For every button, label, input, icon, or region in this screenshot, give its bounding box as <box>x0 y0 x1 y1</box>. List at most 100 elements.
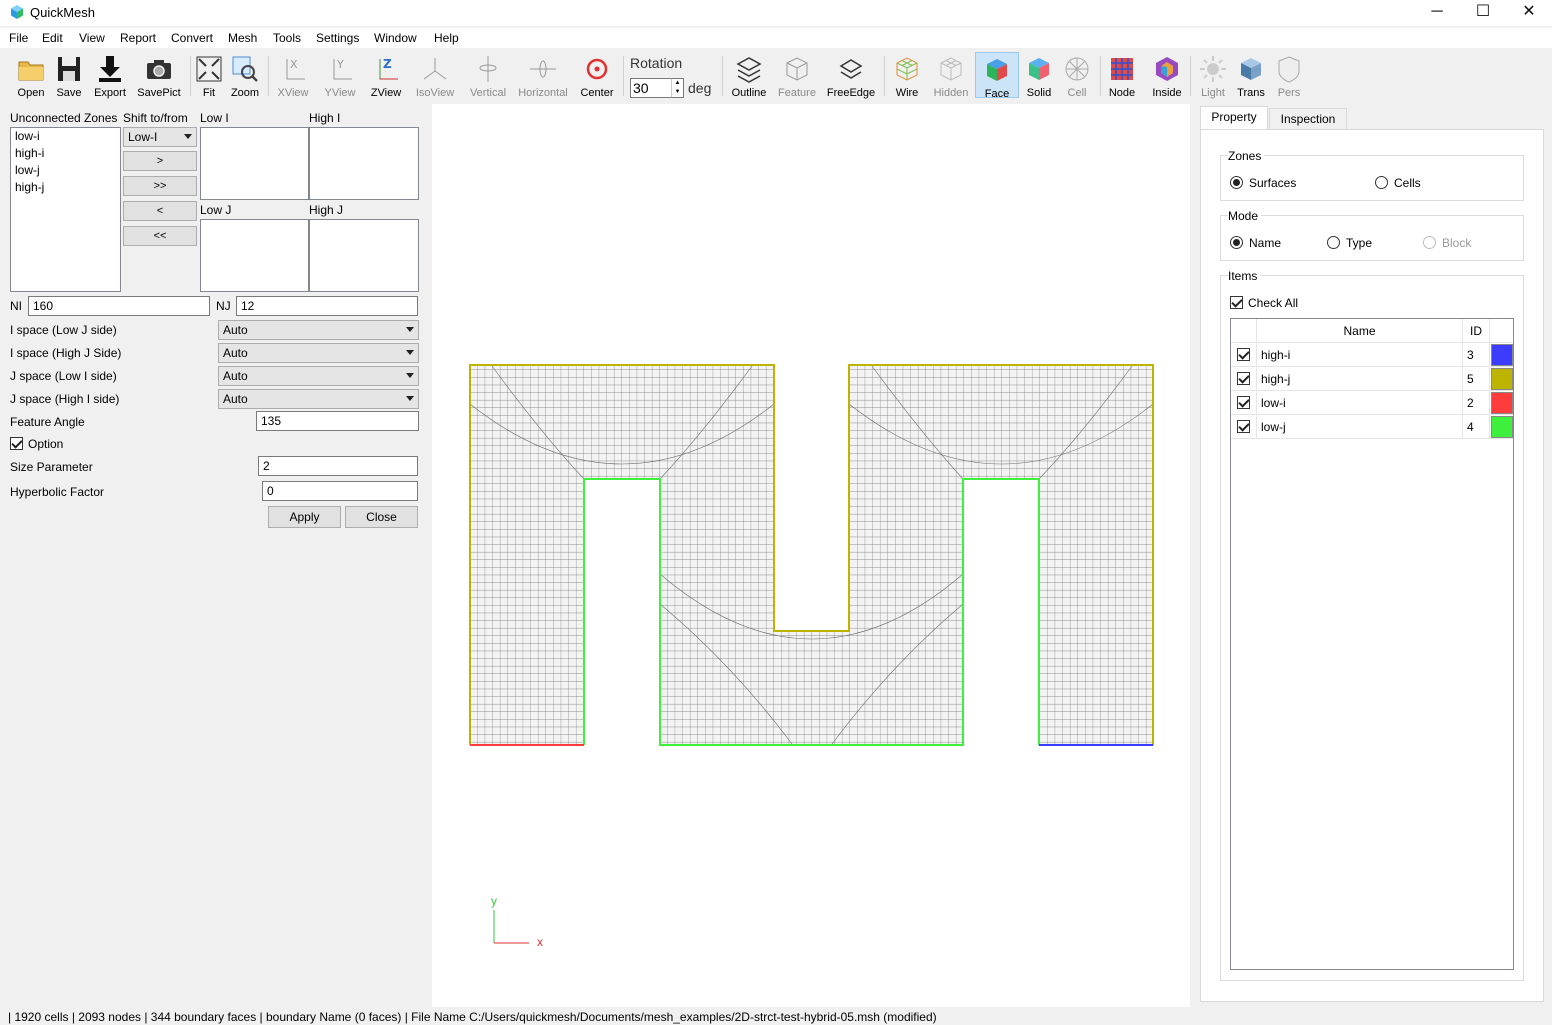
zview-button[interactable]: Z ZView <box>366 52 406 99</box>
row-color-swatch[interactable] <box>1491 344 1513 366</box>
row-checkbox[interactable] <box>1237 372 1250 385</box>
zoom-button[interactable]: Zoom <box>228 52 262 99</box>
tab-property[interactable]: Property <box>1200 106 1268 130</box>
nj-field[interactable] <box>236 296 418 316</box>
list-item[interactable]: high-i <box>11 145 120 162</box>
table-row[interactable]: low-j 4 <box>1231 415 1513 439</box>
mesh-domain[interactable] <box>470 365 1153 745</box>
ni-input[interactable] <box>29 297 209 315</box>
table-row[interactable]: high-i 3 <box>1231 343 1513 367</box>
menu-help[interactable]: Help <box>434 31 459 45</box>
check-all-checkbox[interactable] <box>1230 296 1243 309</box>
mesh-viewport[interactable]: y x <box>432 104 1190 1007</box>
unshift-all-button[interactable]: << <box>123 226 197 246</box>
feature-button[interactable]: Feature <box>774 52 820 99</box>
high-i-list[interactable] <box>309 127 419 200</box>
table-row[interactable]: low-i 2 <box>1231 391 1513 415</box>
node-button[interactable]: Node <box>1104 52 1140 99</box>
menu-mesh[interactable]: Mesh <box>228 31 257 45</box>
open-button[interactable]: Open <box>12 52 50 99</box>
wire-button[interactable]: Wire <box>888 52 926 99</box>
ni-field[interactable] <box>28 296 210 316</box>
option-checkbox[interactable] <box>10 437 23 450</box>
name-mode-radio[interactable] <box>1230 236 1243 249</box>
menu-file[interactable]: File <box>9 31 28 45</box>
horizontal-button[interactable]: Horizontal <box>516 52 570 99</box>
rotation-spinbox[interactable]: ▲▼ <box>630 78 684 98</box>
minimize-button[interactable]: ─ <box>1414 0 1460 26</box>
tab-inspection[interactable]: Inspection <box>1269 108 1347 130</box>
unshift-one-button[interactable]: < <box>123 201 197 221</box>
nj-input[interactable] <box>237 297 417 315</box>
jspace-high-select[interactable]: Auto <box>218 389 419 409</box>
list-item[interactable]: low-j <box>11 162 120 179</box>
feature-angle-input[interactable] <box>257 412 418 430</box>
list-item[interactable]: low-i <box>11 128 120 145</box>
row-color-swatch[interactable] <box>1491 416 1513 438</box>
low-j-list[interactable] <box>200 219 309 292</box>
savepict-button[interactable]: SavePict <box>136 52 182 99</box>
feature-angle-field[interactable] <box>256 411 419 431</box>
high-j-list[interactable] <box>309 219 419 292</box>
row-checkbox[interactable] <box>1237 348 1250 361</box>
hidden-button[interactable]: Hidden <box>930 52 972 99</box>
shift-select[interactable]: Low-I <box>123 127 197 147</box>
yview-button[interactable]: Y YView <box>320 52 360 99</box>
solid-button[interactable]: Solid <box>1022 52 1056 99</box>
table-row[interactable]: high-j 5 <box>1231 367 1513 391</box>
block-mode-radio[interactable] <box>1423 236 1436 249</box>
center-button[interactable]: Center <box>576 52 618 99</box>
cells-radio[interactable] <box>1375 176 1388 189</box>
menu-view[interactable]: View <box>79 31 105 45</box>
jspace-low-select[interactable]: Auto <box>218 366 419 386</box>
center-label: Center <box>580 87 614 99</box>
close-button[interactable]: Close <box>345 506 418 528</box>
light-button[interactable]: Light <box>1196 52 1230 99</box>
ispace-low-select[interactable]: Auto <box>218 320 419 340</box>
row-checkbox[interactable] <box>1237 396 1250 409</box>
size-parameter-field[interactable] <box>258 456 418 476</box>
surfaces-radio[interactable] <box>1230 176 1243 189</box>
menu-tools[interactable]: Tools <box>273 31 301 45</box>
items-table[interactable]: Name ID high-i 3 high-j 5 low-i 2 low-j … <box>1230 318 1514 970</box>
close-window-button[interactable]: ✕ <box>1506 0 1552 26</box>
trans-button[interactable]: Trans <box>1234 52 1268 99</box>
ispace-high-select[interactable]: Auto <box>218 343 419 363</box>
outline-button[interactable]: Outline <box>728 52 770 99</box>
row-color-swatch[interactable] <box>1491 368 1513 390</box>
shift-all-button[interactable]: >> <box>123 176 197 196</box>
pers-button[interactable]: Pers <box>1272 52 1306 99</box>
maximize-button[interactable]: ☐ <box>1460 0 1506 26</box>
freeedge-button[interactable]: FreeEdge <box>824 52 878 99</box>
rotation-input[interactable] <box>631 79 671 97</box>
fit-button[interactable]: Fit <box>194 52 224 99</box>
type-mode-radio[interactable] <box>1327 236 1340 249</box>
size-parameter-input[interactable] <box>259 457 417 475</box>
save-button[interactable]: Save <box>52 52 86 99</box>
spin-arrows-icon[interactable]: ▲ ▼ <box>671 79 683 97</box>
unconnected-zones-list[interactable]: low-i high-i low-j high-j <box>10 127 121 292</box>
shift-one-button[interactable]: > <box>123 151 197 171</box>
menu-settings[interactable]: Settings <box>316 31 359 45</box>
menu-convert[interactable]: Convert <box>171 31 213 45</box>
row-color-swatch[interactable] <box>1491 392 1513 414</box>
mesh-canvas[interactable]: y x <box>432 104 1190 1007</box>
cell-button[interactable]: Cell <box>1060 52 1094 99</box>
inside-button[interactable]: Inside <box>1148 52 1186 99</box>
face-button[interactable]: Face <box>975 52 1019 100</box>
row-checkbox[interactable] <box>1237 420 1250 433</box>
menu-window[interactable]: Window <box>374 31 417 45</box>
hyperbolic-factor-field[interactable] <box>262 481 418 501</box>
isoview-button[interactable]: IsoView <box>412 52 458 99</box>
list-item[interactable]: high-j <box>11 179 120 196</box>
hyperbolic-factor-input[interactable] <box>263 482 417 500</box>
export-button[interactable]: Export <box>90 52 130 99</box>
vertical-button[interactable]: Vertical <box>464 52 512 99</box>
table-header-id[interactable]: ID <box>1463 319 1490 343</box>
menu-report[interactable]: Report <box>120 31 156 45</box>
xview-button[interactable]: X XView <box>274 52 312 99</box>
table-header-name[interactable]: Name <box>1257 319 1463 343</box>
low-i-list[interactable] <box>200 127 309 200</box>
apply-button[interactable]: Apply <box>268 506 341 528</box>
menu-edit[interactable]: Edit <box>42 31 63 45</box>
